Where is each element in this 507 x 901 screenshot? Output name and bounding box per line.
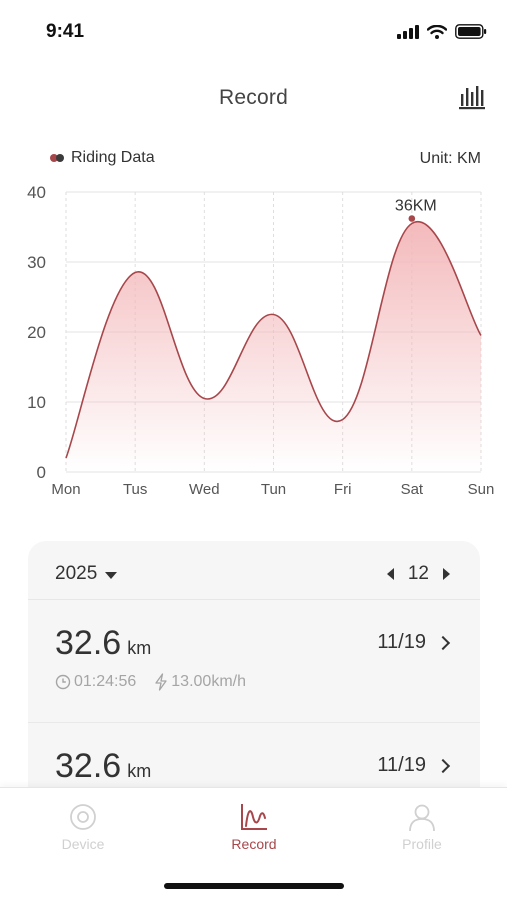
battery-icon <box>455 24 487 39</box>
record-item[interactable]: 32.6 km 11/19 01:24:56 13.00km/h <box>28 600 480 723</box>
tab-device[interactable]: Device <box>28 802 138 852</box>
caret-down-icon <box>105 571 118 579</box>
date-value: 11/19 <box>377 754 426 776</box>
header: Record <box>0 64 507 132</box>
clock-icon <box>55 674 71 690</box>
chevron-right-icon <box>435 758 451 774</box>
home-indicator <box>164 883 344 889</box>
x-tick-label: Tun <box>261 481 286 498</box>
y-tick-label: 10 <box>27 393 46 412</box>
record-icon <box>241 804 267 830</box>
x-tick-label: Sat <box>401 481 424 498</box>
annotation-dot <box>408 215 416 222</box>
duration: 01:24:56 <box>55 673 136 691</box>
status-bar: 9:41 <box>0 0 507 64</box>
duration-value: 01:24:56 <box>74 673 137 690</box>
annotation-label: 36KM <box>395 198 437 215</box>
speed: 13.00km/h <box>154 673 246 691</box>
status-icons <box>397 24 487 39</box>
year-value: 2025 <box>55 563 98 584</box>
speed-value: 13.00km/h <box>171 673 246 690</box>
record-date: 11/19 <box>377 631 451 654</box>
distance-value: 32.6 <box>55 624 122 662</box>
tab-record[interactable]: Record <box>199 802 309 852</box>
tab-profile[interactable]: Profile <box>367 802 477 852</box>
date-value: 11/19 <box>377 631 426 653</box>
y-tick-label: 20 <box>27 323 46 342</box>
wifi-icon <box>427 24 447 39</box>
chart-legend: Riding Data <box>50 149 155 167</box>
bar-chart-icon[interactable] <box>459 84 485 110</box>
tab-label: Profile <box>402 836 442 852</box>
record-distance: 32.6 km <box>55 747 151 786</box>
distance-unit: km <box>127 638 152 658</box>
chevron-right-icon <box>435 635 451 651</box>
device-icon <box>70 804 96 830</box>
distance-unit: km <box>127 761 152 781</box>
unit-label: Unit: KM <box>419 150 481 167</box>
status-time: 9:41 <box>46 21 85 42</box>
record-meta: 01:24:56 13.00km/h <box>55 673 246 691</box>
prev-month-icon[interactable] <box>386 568 394 580</box>
profile-icon <box>409 804 435 832</box>
x-tick-label: Sun <box>468 481 495 498</box>
tab-label: Record <box>231 836 277 852</box>
records-filter: 2025 12 <box>28 541 480 600</box>
y-tick-label: 40 <box>27 183 46 202</box>
month-selector: 12 <box>386 563 450 585</box>
distance-value: 32.6 <box>55 747 122 785</box>
tab-label: Device <box>61 836 105 852</box>
signal-icon <box>397 24 419 39</box>
next-month-icon[interactable] <box>443 568 450 580</box>
x-tick-label: Mon <box>51 481 80 498</box>
page-title: Record <box>219 86 288 109</box>
lightning-icon <box>155 673 167 691</box>
legend-label: Riding Data <box>71 149 155 166</box>
x-tick-label: Fri <box>334 481 352 498</box>
x-tick-label: Tus <box>123 481 147 498</box>
y-tick-label: 0 <box>37 463 46 482</box>
riding-chart: 0 10 20 30 40 Mon Tus Wed Tun Fri Sat Sun 36KM <box>27 183 495 498</box>
year-selector[interactable]: 2025 <box>55 563 118 585</box>
record-date: 11/19 <box>377 754 451 777</box>
x-tick-label: Wed <box>189 481 220 498</box>
record-distance: 32.6 km <box>55 624 151 663</box>
month-value: 12 <box>407 563 429 584</box>
legend-dots-icon <box>50 153 66 163</box>
y-tick-label: 30 <box>27 253 46 272</box>
